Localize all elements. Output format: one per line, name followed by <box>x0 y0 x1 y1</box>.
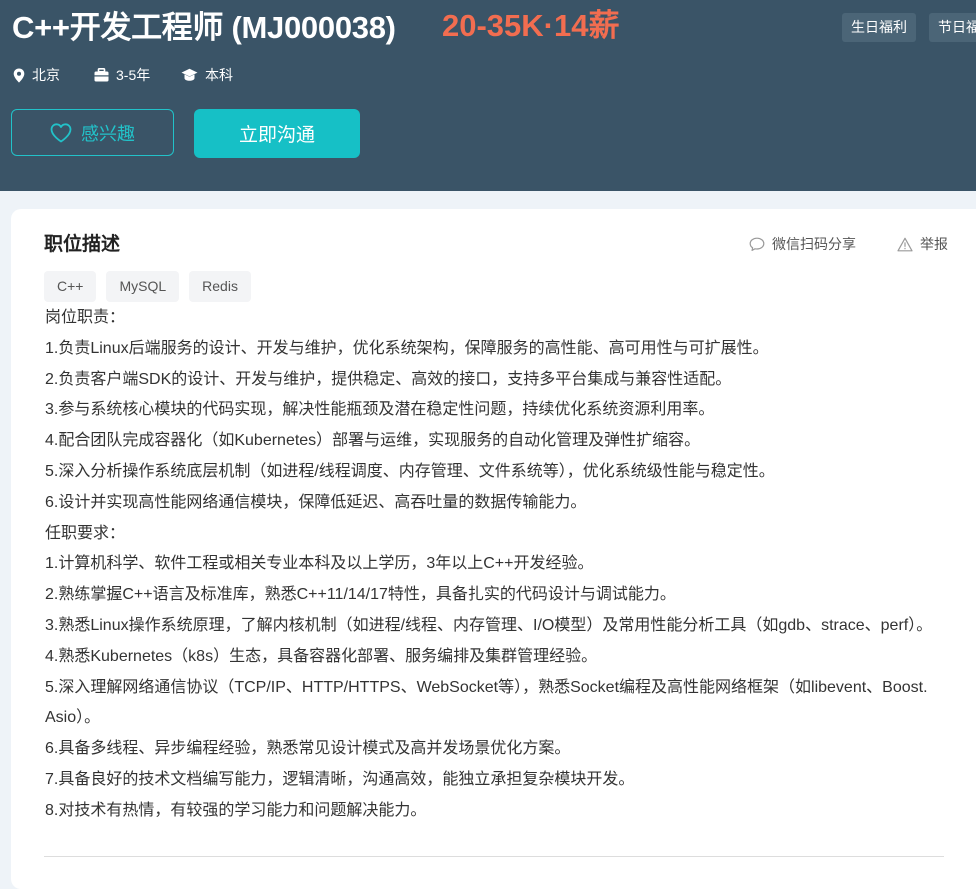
skill-tags: C++ MySQL Redis <box>44 271 261 302</box>
experience-info: 3-5年 <box>94 64 150 86</box>
job-description-text: 岗位职责： 1.负责Linux后端服务的设计、开发与维护，优化系统架构，保障服务… <box>45 303 937 827</box>
experience-label: 3-5年 <box>116 67 151 83</box>
education-info: 本科 <box>181 64 233 86</box>
skill-tag: C++ <box>44 271 97 302</box>
description-line: 4.配合团队完成容器化（如Kubernetes）部署与运维，实现服务的自动化管理… <box>45 432 701 450</box>
share-label: 微信扫码分享 <box>772 236 856 252</box>
education-label: 本科 <box>205 67 233 83</box>
description-line: 6.具备多线程、异步编程经验，熟悉常见设计模式及高并发场景优化方案。 <box>45 740 571 758</box>
warning-icon <box>897 237 913 251</box>
salary: 20-35K·14薪 <box>442 8 620 43</box>
description-line: 5.深入理解网络通信协议（TCP/IP、HTTP/HTTPS、WebSocket… <box>45 678 928 727</box>
section-title: 职位描述 <box>44 234 121 255</box>
chat-bubble-icon <box>749 237 765 251</box>
description-line: 5.深入分析操作系统底层机制（如进程/线程调度、内存管理、文件系统等），优化系统… <box>45 462 775 480</box>
description-line: 8.对技术有热情，有较强的学习能力和问题解决能力。 <box>45 801 427 819</box>
welfare-tag: 节日福利 <box>929 13 976 42</box>
interest-button[interactable]: 感兴趣 <box>11 109 174 156</box>
description-line: 任职要求： <box>45 524 126 542</box>
location-info: 北京 <box>13 64 60 86</box>
chat-now-button[interactable]: 立即沟通 <box>194 109 360 158</box>
description-line: 6.设计并实现高性能网络通信模块，保障低延迟、高吞吐量的数据传输能力。 <box>45 493 587 511</box>
description-line: 4.熟悉Kubernetes（k8s）生态，具备容器化部署、服务编排及集群管理经… <box>45 647 598 665</box>
description-line: 2.熟练掌握C++语言及标准库，熟悉C++11/14/17特性，具备扎实的代码设… <box>45 586 676 604</box>
briefcase-icon <box>94 68 109 82</box>
wechat-share-button[interactable]: 微信扫码分享 <box>749 234 856 254</box>
divider <box>44 856 944 857</box>
report-label: 举报 <box>920 236 948 252</box>
job-title: C++开发工程师 (MJ000038) <box>12 10 396 45</box>
description-line: 2.负责客户端SDK的设计、开发与维护，提供稳定、高效的接口，支持多平台集成与兼… <box>45 370 732 388</box>
description-line: 1.计算机科学、软件工程或相关专业本科及以上学历，3年以上C++开发经验。 <box>45 555 594 573</box>
location-pin-icon <box>13 68 25 82</box>
skill-tag: MySQL <box>106 271 180 302</box>
interest-label: 感兴趣 <box>81 123 135 144</box>
report-button[interactable]: 举报 <box>897 234 948 254</box>
description-line: 岗位职责： <box>45 309 126 326</box>
job-header: C++开发工程师 (MJ000038) 20-35K·14薪 生日福利 节日福利… <box>0 0 976 191</box>
welfare-tag: 生日福利 <box>842 13 916 42</box>
graduation-cap-icon <box>181 68 198 81</box>
description-line: 3.熟悉Linux操作系统原理，了解内核机制（如进程/线程、内存管理、I/O模型… <box>45 616 933 634</box>
description-line: 1.负责Linux后端服务的设计、开发与维护，优化系统架构，保障服务的高性能、高… <box>45 339 769 357</box>
skill-tag: Redis <box>189 271 251 302</box>
location-label: 北京 <box>32 67 60 83</box>
description-line: 7.具备良好的技术文档编写能力，逻辑清晰，沟通高效，能独立承担复杂模块开发。 <box>45 770 635 788</box>
description-line: 3.参与系统核心模块的代码实现，解决性能瓶颈及潜在稳定性问题，持续优化系统资源利… <box>45 401 715 419</box>
heart-icon <box>50 122 72 142</box>
